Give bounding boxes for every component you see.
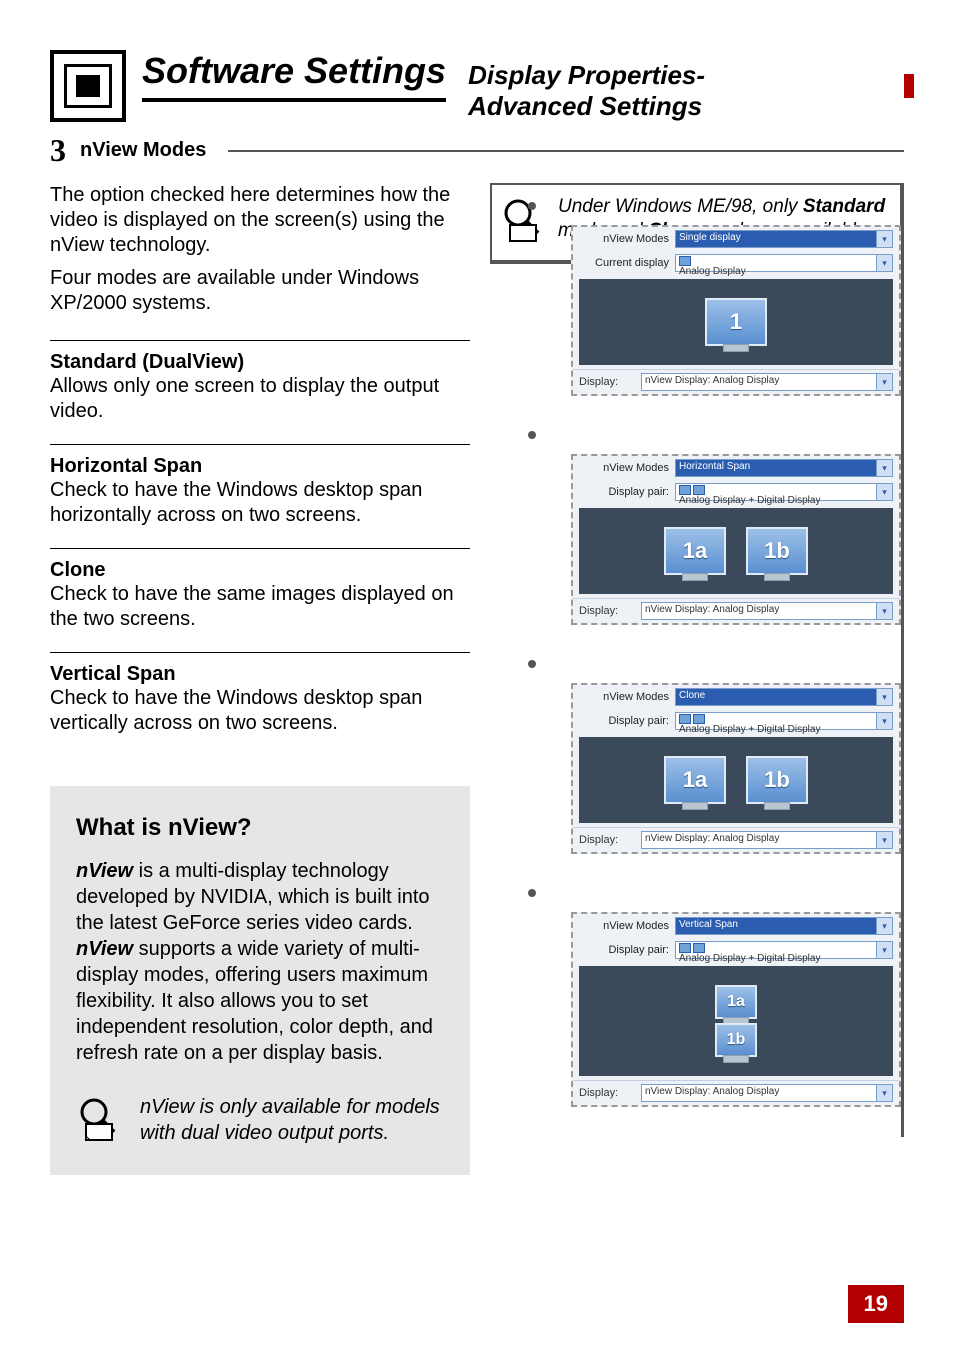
mode-desc: Check to have the Windows desktop span v… <box>50 686 470 736</box>
mode-item-clone: Clone Check to have the same images disp… <box>50 548 470 652</box>
monitor-icon: 1b <box>715 1023 757 1057</box>
mode-title: Horizontal Span <box>50 455 470 478</box>
chevron-down-icon[interactable]: ▾ <box>876 460 892 476</box>
display-select[interactable]: nView Display: Analog Display▾ <box>641 1084 893 1102</box>
monitor-icon: 1a <box>664 756 726 804</box>
monitor-icon: 1 <box>705 298 767 346</box>
display-pair-select[interactable]: Analog Display + Digital Display▾ <box>675 712 893 730</box>
mode-item-vspan: Vertical Span Check to have the Windows … <box>50 652 470 756</box>
lbl-display-pair: Display pair: <box>579 486 669 498</box>
chevron-down-icon[interactable]: ▾ <box>876 713 892 729</box>
what-is-body: nView is a multi-display technology deve… <box>76 858 444 1066</box>
chevron-down-icon[interactable]: ▾ <box>876 255 892 271</box>
display-select[interactable]: nView Display: Analog Display▾ <box>641 602 893 620</box>
monitor-icon: 1b <box>746 756 808 804</box>
mode-desc: Check to have the Windows desktop span h… <box>50 478 470 528</box>
what-is-note: nView is only available for models with … <box>140 1094 444 1146</box>
chevron-down-icon[interactable]: ▾ <box>876 689 892 705</box>
lbl-display: Display: <box>579 605 635 617</box>
connector-dot <box>528 431 536 439</box>
connector-dot <box>528 889 536 897</box>
mode-title: Vertical Span <box>50 663 470 686</box>
what-is-nview-box: What is nView? nView is a multi-display … <box>50 786 470 1175</box>
display-pair-select[interactable]: Analog Display + Digital Display▾ <box>675 483 893 501</box>
mode-item-hspan: Horizontal Span Check to have the Window… <box>50 444 470 548</box>
lbl-current-display: Current display <box>579 257 669 269</box>
what-is-heading: What is nView? <box>76 814 444 842</box>
mode-desc: Check to have the same images displayed … <box>50 582 470 632</box>
display-preview: 1a 1b <box>579 966 893 1076</box>
nview-modes-select[interactable]: Clone▾ <box>675 688 893 706</box>
section-title: nView Modes <box>80 139 206 162</box>
mode-item-standard: Standard (DualView) Allows only one scre… <box>50 340 470 444</box>
section-logo-icon <box>50 50 126 122</box>
page-subtitle: Display Properties- Advanced Settings <box>468 60 705 122</box>
lbl-nview-modes: nView Modes <box>579 920 669 932</box>
display-preview: 1a 1b <box>579 508 893 594</box>
chevron-down-icon[interactable]: ▾ <box>876 603 892 619</box>
chevron-down-icon[interactable]: ▾ <box>876 231 892 247</box>
panel-clone: nView Modes Clone▾ Display pair: Analog … <box>571 683 901 854</box>
panel-horizontal-span: nView Modes Horizontal Span▾ Display pai… <box>571 454 901 625</box>
nview-modes-select[interactable]: Vertical Span▾ <box>675 917 893 935</box>
nview-modes-select[interactable]: Horizontal Span▾ <box>675 459 893 477</box>
lbl-nview-modes: nView Modes <box>579 691 669 703</box>
lbl-display-pair: Display pair: <box>579 715 669 727</box>
chevron-down-icon[interactable]: ▾ <box>876 942 892 958</box>
magnifier-note-icon <box>76 1094 124 1147</box>
chevron-down-icon[interactable]: ▾ <box>876 832 892 848</box>
mode-title: Standard (DualView) <box>50 351 470 374</box>
mode-desc: Allows only one screen to display the ou… <box>50 374 470 424</box>
monitor-icon: 1b <box>746 527 808 575</box>
monitor-icon: 1a <box>715 985 757 1019</box>
monitor-icon: 1a <box>664 527 726 575</box>
section-number: 3 <box>50 132 66 169</box>
intro-paragraph-1: The option checked here determines how t… <box>50 183 470 258</box>
lbl-display: Display: <box>579 1087 635 1099</box>
page-number: 19 <box>848 1285 904 1323</box>
section-divider <box>228 150 904 152</box>
lbl-display: Display: <box>579 834 635 846</box>
page-title: Software Settings <box>142 50 446 102</box>
lbl-display: Display: <box>579 376 635 388</box>
chevron-down-icon[interactable]: ▾ <box>876 1085 892 1101</box>
mode-title: Clone <box>50 559 470 582</box>
display-pair-select[interactable]: Analog Display + Digital Display▾ <box>675 941 893 959</box>
connector-dot <box>528 660 536 668</box>
chevron-down-icon[interactable]: ▾ <box>876 374 892 390</box>
display-preview: 1a 1b <box>579 737 893 823</box>
lbl-nview-modes: nView Modes <box>579 233 669 245</box>
connector-dot <box>528 202 536 210</box>
panel-vertical-span: nView Modes Vertical Span▾ Display pair:… <box>571 912 901 1107</box>
intro-paragraph-2: Four modes are available under Windows X… <box>50 266 470 316</box>
chevron-down-icon[interactable]: ▾ <box>876 484 892 500</box>
lbl-nview-modes: nView Modes <box>579 462 669 474</box>
display-preview: 1 <box>579 279 893 365</box>
lbl-display-pair: Display pair: <box>579 944 669 956</box>
display-select[interactable]: nView Display: Analog Display▾ <box>641 831 893 849</box>
current-display-select[interactable]: Analog Display▾ <box>675 254 893 272</box>
nview-modes-select[interactable]: Single display▾ <box>675 230 893 248</box>
chevron-down-icon[interactable]: ▾ <box>876 918 892 934</box>
display-select[interactable]: nView Display: Analog Display▾ <box>641 373 893 391</box>
tab-marker <box>904 74 914 98</box>
panel-single-display: nView Modes Single display▾ Current disp… <box>571 225 901 396</box>
